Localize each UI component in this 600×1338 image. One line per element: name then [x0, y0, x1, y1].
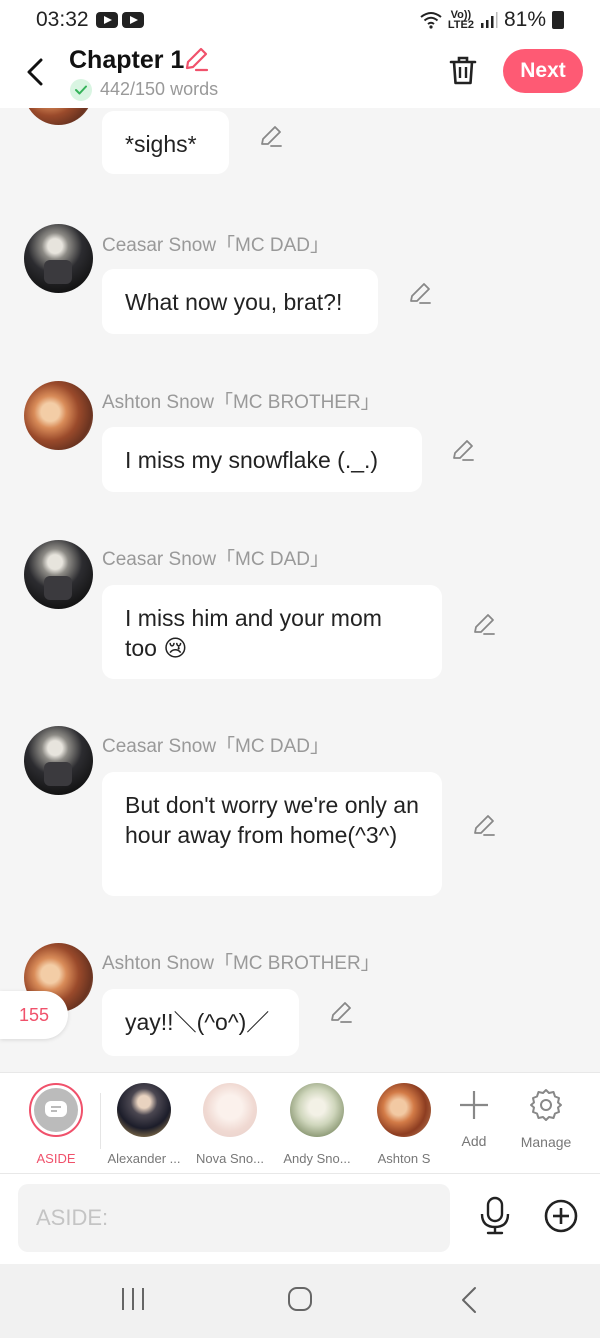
edit-message-icon[interactable] [472, 813, 496, 837]
character-alexander[interactable]: Alexander ... [104, 1083, 184, 1166]
speaker-name: Ashton Snow「MC BROTHER」 [102, 392, 380, 413]
chevron-left-icon [27, 58, 43, 86]
manage-label: Manage [520, 1134, 572, 1150]
message-count-badge[interactable]: 155 [0, 991, 68, 1039]
character-name: ASIDE [36, 1151, 76, 1166]
character-andy[interactable]: Andy Sno... [277, 1083, 357, 1166]
character-ashton[interactable]: Ashton S [364, 1083, 444, 1166]
edit-title-icon[interactable] [183, 46, 209, 72]
speaker-name: Ceasar Snow「MC DAD」 [102, 235, 329, 256]
signal-icon [480, 12, 498, 28]
manage-button[interactable]: Manage [506, 1083, 586, 1150]
aside-input[interactable] [18, 1184, 450, 1252]
character-nova[interactable]: Nova Sno... [190, 1083, 270, 1166]
message-bubble[interactable]: I miss my snowflake (._.) [102, 427, 422, 492]
message-list[interactable]: *sighs* Ceasar Snow「MC DAD」 What now you… [0, 108, 600, 1072]
speaker-name: Ceasar Snow「MC DAD」 [102, 736, 329, 757]
battery-icon [552, 11, 564, 29]
chat-bubble-icon [45, 1101, 67, 1117]
character-bar: ASIDE Alexander ... Nova Sno... Andy Sno… [0, 1072, 600, 1174]
avatar[interactable] [24, 381, 93, 450]
edit-message-icon[interactable] [329, 1000, 353, 1024]
status-time: 03:32 [36, 8, 89, 31]
message-bubble[interactable]: But don't worry we're only an hour away … [102, 772, 442, 896]
avatar[interactable] [24, 108, 93, 125]
edit-message-icon[interactable] [408, 281, 432, 305]
youtube-notification-icon [96, 12, 118, 28]
youtube-notification-icon [122, 12, 144, 28]
divider [100, 1093, 101, 1149]
word-count: 442/150 words [100, 79, 219, 99]
avatar [377, 1083, 431, 1137]
avatar[interactable] [24, 726, 93, 795]
home-icon[interactable] [287, 1286, 313, 1312]
status-indicators: Vo)) LTE2 81% [420, 8, 564, 32]
avatar [117, 1083, 171, 1137]
character-name: Ashton S [377, 1151, 431, 1166]
back-nav-icon[interactable] [460, 1286, 478, 1314]
add-label: Add [461, 1133, 487, 1149]
wifi-icon [420, 12, 442, 29]
avatar [203, 1083, 257, 1137]
avatar [290, 1083, 344, 1137]
aside-avatar [29, 1083, 83, 1137]
message-bubble[interactable]: What now you, brat?! [102, 269, 378, 334]
speaker-name: Ashton Snow「MC BROTHER」 [102, 953, 380, 974]
battery-percent: 81% [503, 8, 546, 31]
trash-icon[interactable] [447, 54, 479, 86]
message-bubble[interactable]: *sighs* [102, 111, 229, 174]
add-circle-icon[interactable] [543, 1198, 579, 1234]
edit-message-icon[interactable] [472, 612, 496, 636]
add-character-button[interactable]: Add [434, 1083, 514, 1149]
message-bubble[interactable]: yay!!＼(^o^)／ [102, 989, 299, 1056]
character-name: Nova Sno... [196, 1151, 264, 1166]
message-bubble[interactable]: I miss him and your mom too 😢 [102, 585, 442, 679]
gear-icon [530, 1089, 562, 1121]
recent-apps-icon[interactable] [120, 1286, 146, 1312]
input-bar [0, 1174, 600, 1264]
character-name: Alexander ... [107, 1151, 181, 1166]
chapter-header: Chapter 1 442/150 words Next [0, 40, 600, 108]
character-name: Andy Sno... [283, 1151, 351, 1166]
microphone-icon[interactable] [478, 1196, 512, 1236]
back-button[interactable] [20, 54, 50, 90]
plus-icon [460, 1091, 488, 1119]
check-icon [70, 79, 92, 101]
avatar[interactable] [24, 540, 93, 609]
speaker-name: Ceasar Snow「MC DAD」 [102, 549, 329, 570]
character-aside[interactable]: ASIDE [16, 1083, 96, 1166]
avatar[interactable] [24, 224, 93, 293]
next-button[interactable]: Next [503, 49, 583, 93]
edit-message-icon[interactable] [259, 124, 283, 148]
system-nav-bar [0, 1264, 600, 1338]
network-label: Vo)) LTE2 [447, 9, 474, 31]
chapter-title: Chapter 1 [69, 46, 185, 74]
status-bar: 03:32 Vo)) LTE2 81% [0, 0, 600, 40]
edit-message-icon[interactable] [451, 438, 475, 462]
